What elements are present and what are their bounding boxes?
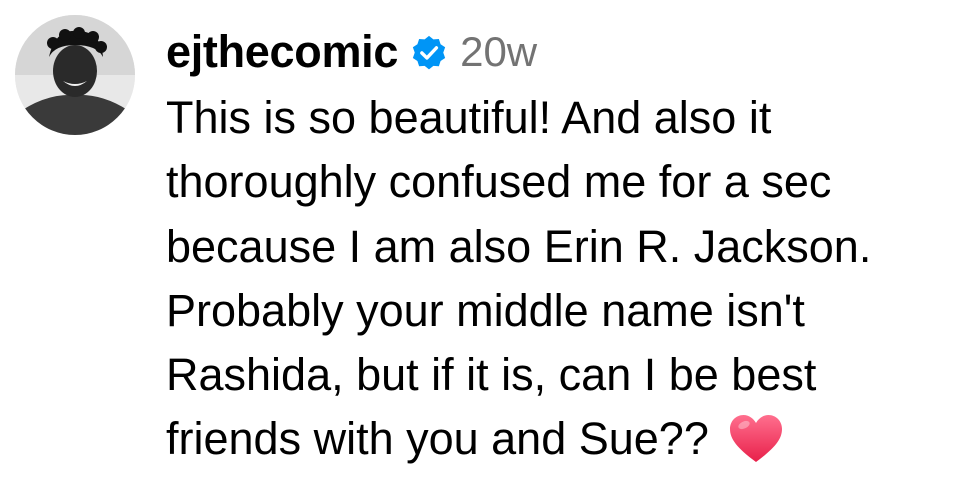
timestamp: 20w <box>460 28 538 75</box>
comment-line: because I am also Erin R. Jackson. <box>166 220 872 272</box>
verified-badge-icon <box>410 34 448 72</box>
comment-line: Probably your middle name isn't <box>166 284 805 336</box>
comment: ejthecomic 20w This is so beautiful! And… <box>0 0 960 493</box>
comment-header: ejthecomic 20w <box>166 22 537 82</box>
comment-line: This is so beautiful! And also it <box>166 92 772 143</box>
comment-line: friends with you and Sue?? <box>166 413 709 465</box>
red-heart-icon <box>727 412 785 466</box>
avatar[interactable] <box>15 15 135 135</box>
comment-text: This is so beautiful! And also it thorou… <box>166 86 956 472</box>
comment-last-line: friends with you and Sue?? <box>166 407 956 471</box>
username[interactable]: ejthecomic <box>166 26 398 78</box>
profile-photo-icon <box>15 15 135 135</box>
comment-line: Rashida, but if it is, can I be best <box>166 349 817 401</box>
comment-line: thoroughly confused me for a sec <box>166 156 832 208</box>
